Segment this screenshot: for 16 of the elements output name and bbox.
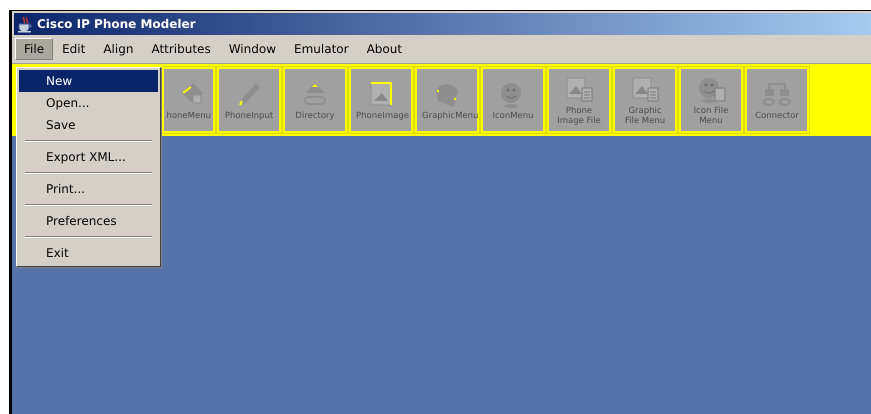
- menu-item[interactable]: Exit: [19, 242, 158, 264]
- menu-item[interactable]: New: [19, 70, 158, 92]
- menu-item[interactable]: Edit: [53, 38, 94, 60]
- menu-item[interactable]: Align: [94, 38, 142, 60]
- menu-item[interactable]: Window: [220, 38, 286, 60]
- menu-item[interactable]: Print...: [19, 178, 158, 200]
- cup-icon: [17, 16, 33, 32]
- menu-item[interactable]: Save: [19, 114, 158, 136]
- menu-item[interactable]: Export XML...: [19, 146, 158, 168]
- menu-item[interactable]: About: [358, 38, 412, 60]
- menu-item[interactable]: Attributes: [142, 38, 220, 60]
- menu-item[interactable]: Emulator: [285, 38, 358, 60]
- window-title: Cisco IP Phone Modeler: [37, 17, 196, 31]
- menu-item[interactable]: Preferences: [19, 210, 158, 232]
- menu-item[interactable]: Open...: [19, 92, 158, 114]
- menu-item[interactable]: File: [15, 38, 54, 60]
